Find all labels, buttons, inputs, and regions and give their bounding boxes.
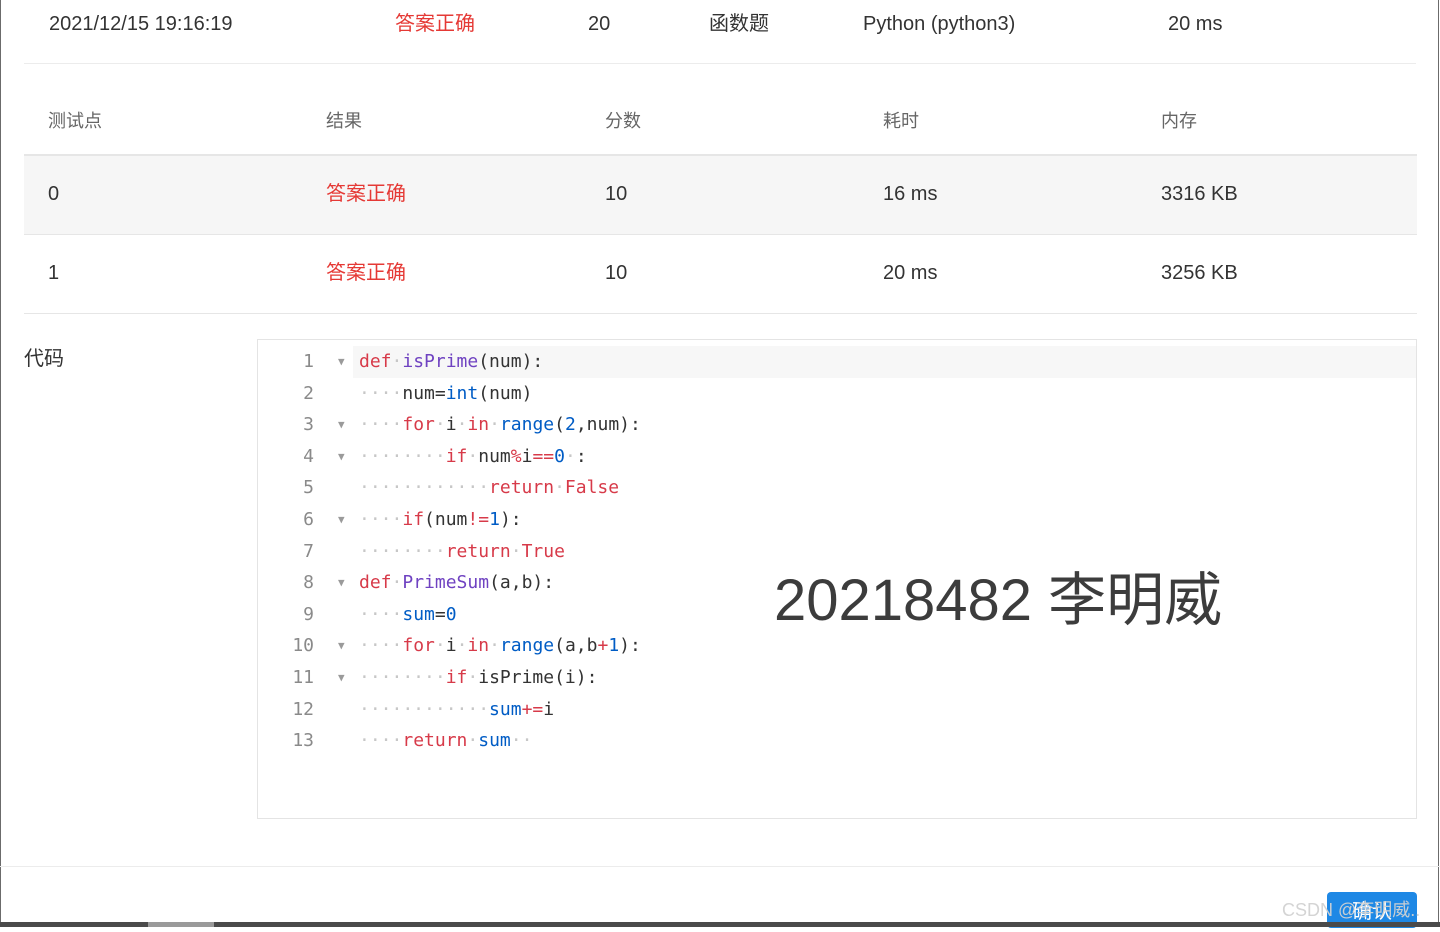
header-score: 分数	[605, 111, 641, 131]
compiler: Python (python3)	[863, 13, 1016, 35]
code-text: ········if·num%i==0·:	[359, 445, 587, 467]
header-time: 耗时	[883, 111, 919, 131]
code-line: 1 ▼ def·isPrime(num):	[303, 346, 1416, 378]
code-text: ····for·i·in·range(2,num):	[359, 414, 641, 436]
cell-score: 10	[605, 183, 628, 205]
code-text: ············sum+=i	[359, 698, 555, 720]
code-text: ········if·isPrime(i):	[359, 666, 598, 688]
submission-summary: 2021/12/15 19:16:19 答案正确 20 函数题 Python (…	[0, 0, 1440, 64]
line-number: 3	[303, 414, 314, 436]
code-text: def·PrimeSum(a,b):	[359, 572, 555, 594]
code-label: 代码	[24, 348, 64, 370]
fold-toggle-icon[interactable]: ▼	[338, 346, 345, 378]
code-line: 11 ▼ ········if·isPrime(i):	[258, 662, 1416, 694]
line-number: 6	[303, 508, 314, 530]
code-text: ············return·False	[359, 477, 620, 499]
code-line: 7 ········return·True	[258, 536, 1416, 568]
divider	[24, 63, 1416, 64]
fold-toggle-icon[interactable]: ▼	[338, 630, 345, 662]
cell-point: 1	[48, 262, 60, 284]
footer-divider	[0, 866, 1440, 867]
submission-time-cost: 20 ms	[1168, 13, 1223, 35]
code-line: 2 ····num=int(num)	[258, 378, 1416, 410]
cell-result: 答案正确	[326, 262, 406, 284]
cell-time: 20 ms	[883, 262, 938, 284]
code-line: 12 ············sum+=i	[258, 694, 1416, 726]
cell-result: 答案正确	[326, 183, 406, 205]
test-points-table: 测试点 结果 分数 耗时 内存 0 答案正确 10 16 ms 3316 KB …	[24, 82, 1417, 314]
cell-time: 16 ms	[883, 183, 938, 205]
submit-time: 2021/12/15 19:16:19	[49, 13, 233, 35]
cell-memory: 3316 KB	[1161, 183, 1238, 205]
header-result: 结果	[326, 111, 362, 131]
code-text: ····return·sum··	[359, 730, 533, 752]
code-text: ····if(num!=1):	[359, 508, 522, 530]
code-text: ········return·True	[359, 540, 565, 562]
line-number: 11	[292, 666, 314, 688]
line-number: 12	[292, 698, 314, 720]
problem-type: 函数题	[709, 13, 769, 35]
code-line: 3 ▼ ····for·i·in·range(2,num):	[258, 409, 1416, 441]
header-memory: 内存	[1161, 111, 1197, 131]
fold-toggle-icon[interactable]: ▼	[338, 441, 345, 473]
line-number: 4	[303, 445, 314, 467]
cell-score: 10	[605, 262, 628, 284]
line-number: 9	[303, 603, 314, 625]
code-lines: 1 ▼ def·isPrime(num): 2 ····num=int(num)…	[258, 346, 1416, 757]
fold-toggle-icon[interactable]: ▼	[338, 662, 345, 694]
submission-score: 20	[588, 13, 611, 35]
submission-status: 答案正确	[395, 13, 475, 35]
fold-toggle-icon[interactable]: ▼	[338, 504, 345, 536]
cell-point: 0	[48, 183, 60, 205]
line-number: 2	[303, 382, 314, 404]
code-line: 13 ····return·sum··	[258, 725, 1416, 757]
fold-toggle-icon[interactable]: ▼	[338, 567, 345, 599]
line-number: 5	[303, 477, 314, 499]
line-number: 8	[303, 572, 314, 594]
line-number: 13	[292, 730, 314, 752]
code-line: 5 ············return·False	[258, 472, 1416, 504]
watermark: CSDN @李明威..	[1282, 900, 1421, 920]
cell-memory: 3256 KB	[1161, 262, 1238, 284]
fold-toggle-icon[interactable]: ▼	[338, 409, 345, 441]
table-header: 测试点 结果 分数 耗时 内存	[24, 82, 1417, 156]
window-bottom-edge	[0, 922, 1440, 927]
code-text: ····sum=0	[359, 603, 457, 625]
header-test-point: 测试点	[48, 111, 102, 131]
line-number: 10	[292, 635, 314, 657]
code-text: ····num=int(num)	[359, 382, 533, 404]
code-line: 4 ▼ ········if·num%i==0·:	[258, 441, 1416, 473]
line-number: 7	[303, 540, 314, 562]
line-number: 1	[303, 351, 314, 372]
code-text: ····for·i·in·range(a,b+1):	[359, 635, 641, 657]
table-row: 0 答案正确 10 16 ms 3316 KB	[24, 156, 1417, 235]
code-text: def·isPrime(num):	[359, 351, 544, 372]
student-id-name-overlay: 20218482 李明威	[774, 568, 1223, 633]
code-line: 6 ▼ ····if(num!=1):	[258, 504, 1416, 536]
table-row: 1 答案正确 10 20 ms 3256 KB	[24, 235, 1417, 314]
